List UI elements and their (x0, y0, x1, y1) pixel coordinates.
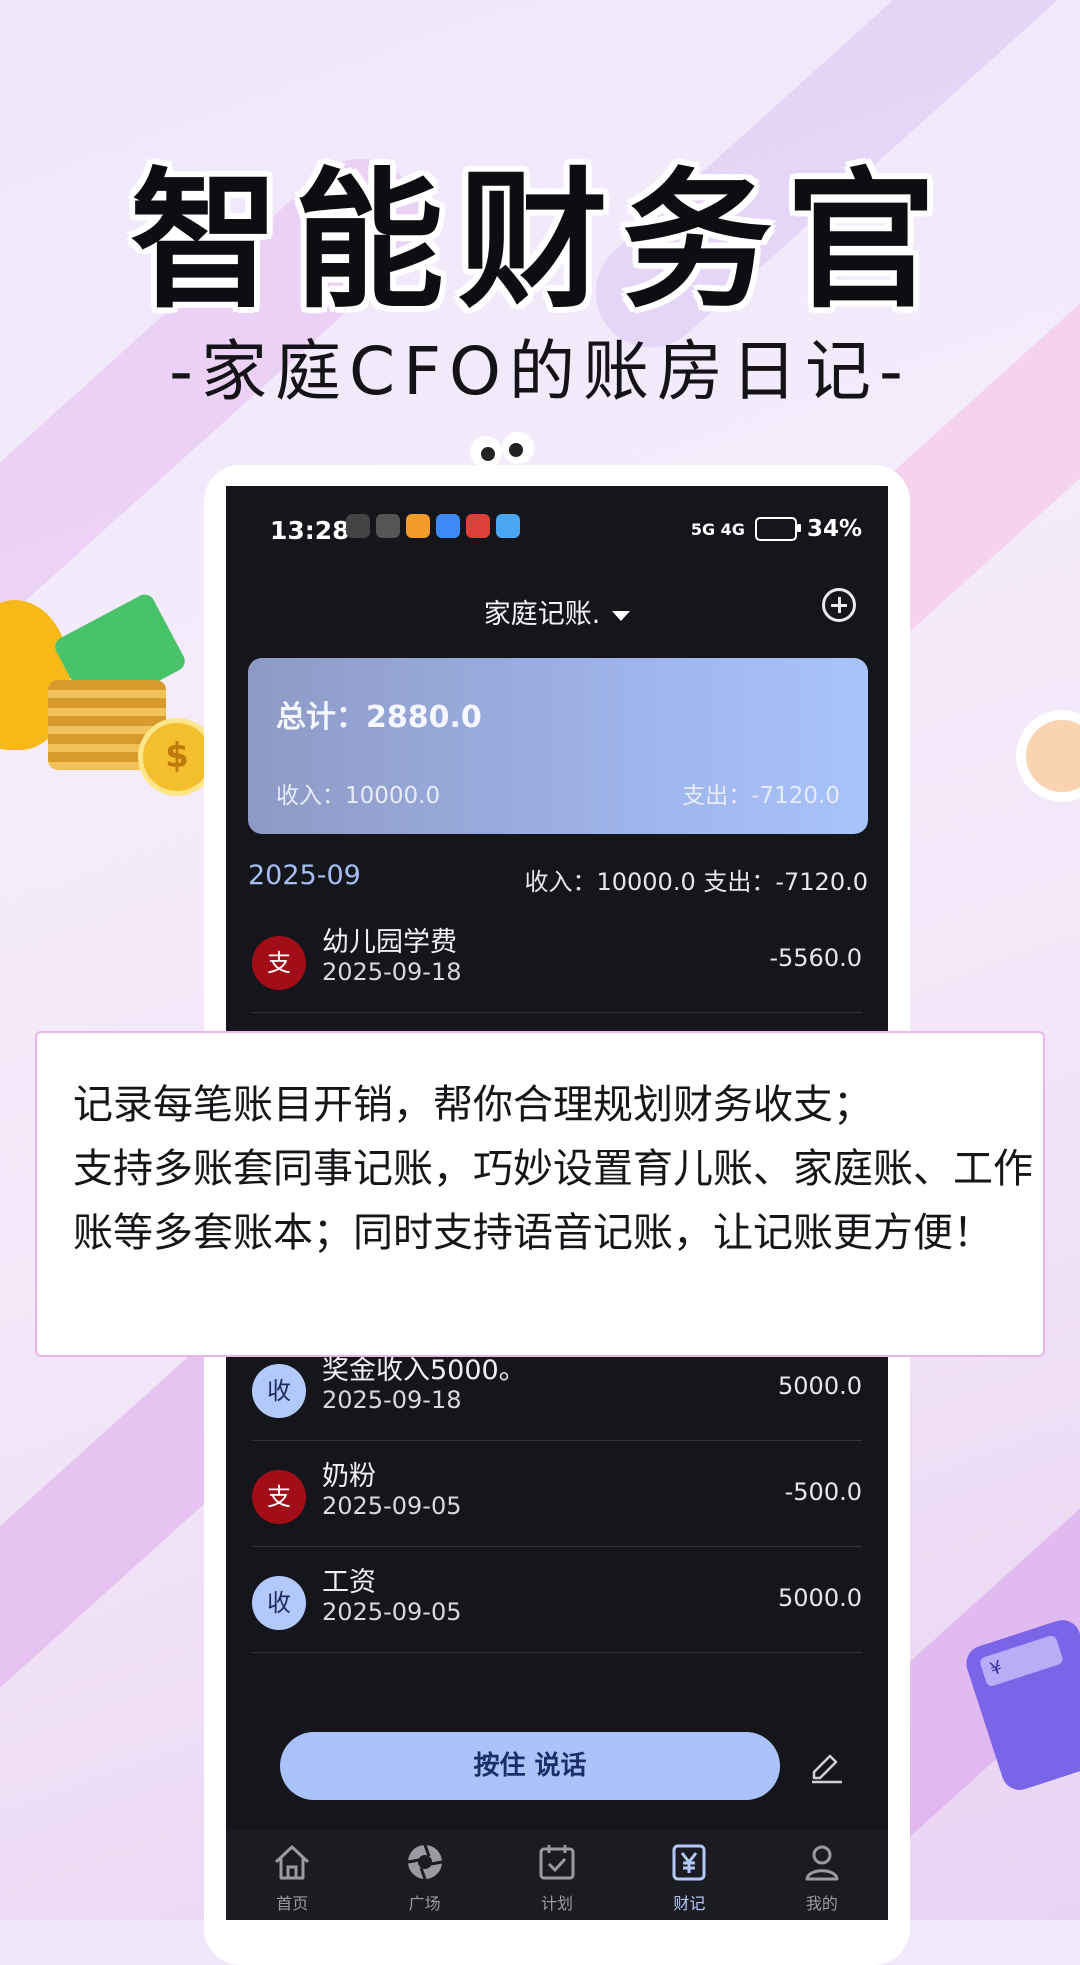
transaction-date: 2025-09-05 (322, 1492, 462, 1520)
summary-card: 总计：2880.0 收入：10000.0 支出：-7120.0 (248, 658, 868, 834)
home-icon (275, 1845, 310, 1880)
transaction-amount: -5560.0 (769, 944, 862, 972)
transaction-date: 2025-09-18 (322, 1386, 462, 1414)
transaction-date: 2025-09-18 (322, 958, 462, 986)
decorative-orb (1016, 710, 1080, 802)
calculator-screen: ¥ (978, 1634, 1065, 1688)
battery-icon (754, 517, 801, 541)
status-right: 5G 4G 34% (691, 516, 862, 542)
aperture-icon (407, 1844, 442, 1880)
total-amount: 总计：2880.0 (276, 700, 482, 735)
notification-icons (346, 514, 520, 538)
app-notification-icon (406, 514, 430, 538)
ledger-selector[interactable]: 家庭记账. (226, 592, 888, 631)
tab-label: 首页 (276, 1894, 309, 1913)
hold-to-talk-button[interactable]: 按住 说话 (280, 1732, 780, 1800)
alarm-icon (376, 514, 400, 538)
transaction-row[interactable]: 支 幼儿园学费 2025-09-18 -5560.0 (252, 906, 862, 1013)
nfc-icon (346, 514, 370, 538)
tab-ledger[interactable]: 财记 (623, 1830, 755, 1920)
battery-level: 34% (806, 516, 862, 542)
transaction-date: 2025-09-05 (322, 1598, 462, 1626)
tab-label: 广场 (408, 1894, 441, 1913)
transaction-title: 工资 (322, 1567, 376, 1598)
poster-headline: 智能财务官 (129, 155, 950, 329)
transaction-amount: 5000.0 (778, 1372, 862, 1400)
pencil-icon[interactable] (806, 1744, 846, 1784)
expense-badge: 支 (252, 1470, 306, 1524)
tab-plan[interactable]: 计划 (491, 1830, 623, 1920)
tab-label: 财记 (673, 1894, 706, 1913)
transaction-title: 奶粉 (322, 1461, 376, 1492)
month-label: 2025-09 (248, 860, 361, 891)
plus-circle-icon[interactable] (822, 588, 856, 622)
transaction-title: 幼儿园学费 (322, 927, 457, 958)
feature-description: 记录每笔账目开销，帮你合理规划财务收支； 支持多账套同事记账，巧妙设置育儿账、家… (73, 1073, 1033, 1265)
status-time: 13:28 (270, 516, 350, 545)
tab-label: 计划 (541, 1894, 574, 1913)
chevron-down-icon (612, 610, 631, 621)
mascot-eyes-icon (470, 432, 534, 468)
bottom-tab-bar: 首页 广场 计划 财记 我的 (226, 1830, 888, 1920)
income-badge: 收 (252, 1364, 306, 1418)
feature-description-box: 记录每笔账目开销，帮你合理规划财务收支； 支持多账套同事记账，巧妙设置育儿账、家… (35, 1031, 1045, 1357)
description-line: 记录每笔账目开销，帮你合理规划财务收支； (73, 1082, 873, 1128)
month-summary: 收入：10000.0 支出：-7120.0 (524, 868, 868, 896)
tab-square[interactable]: 广场 (358, 1830, 490, 1920)
calendar-check-icon (539, 1845, 575, 1880)
tab-label: 我的 (805, 1894, 838, 1913)
expense-badge: 支 (252, 936, 306, 990)
message-icon (436, 514, 460, 538)
ledger-yen-icon (672, 1844, 706, 1881)
user-icon (805, 1845, 839, 1881)
transaction-row[interactable]: 支 奶粉 2025-09-05 -500.0 (252, 1440, 862, 1547)
transaction-amount: -500.0 (784, 1478, 862, 1506)
poster-subheadline: -家庭CFO的账房日记- (169, 333, 911, 410)
transaction-amount: 5000.0 (778, 1584, 862, 1612)
tab-home[interactable]: 首页 (226, 1830, 358, 1920)
transaction-row[interactable]: 收 工资 2025-09-05 5000.0 (252, 1546, 862, 1653)
total-income: 收入：10000.0 (276, 783, 441, 809)
network-label: 5G 4G (690, 519, 745, 539)
income-badge: 收 (252, 1576, 306, 1630)
month-header: 2025-09 收入：10000.0 支出：-7120.0 (248, 860, 868, 900)
tab-profile[interactable]: 我的 (756, 1830, 888, 1920)
weather-icon (496, 514, 520, 538)
app-notification-icon (466, 514, 490, 538)
status-bar: 13:28 5G 4G 34% (226, 486, 888, 566)
total-expense: 支出：-7120.0 (682, 783, 840, 809)
description-line: 支持多账套同事记账，巧妙设置育儿账、家庭账、工作账等多套账本；同时支持语音记账，… (73, 1146, 1033, 1256)
ledger-title: 家庭记账. (483, 599, 601, 630)
